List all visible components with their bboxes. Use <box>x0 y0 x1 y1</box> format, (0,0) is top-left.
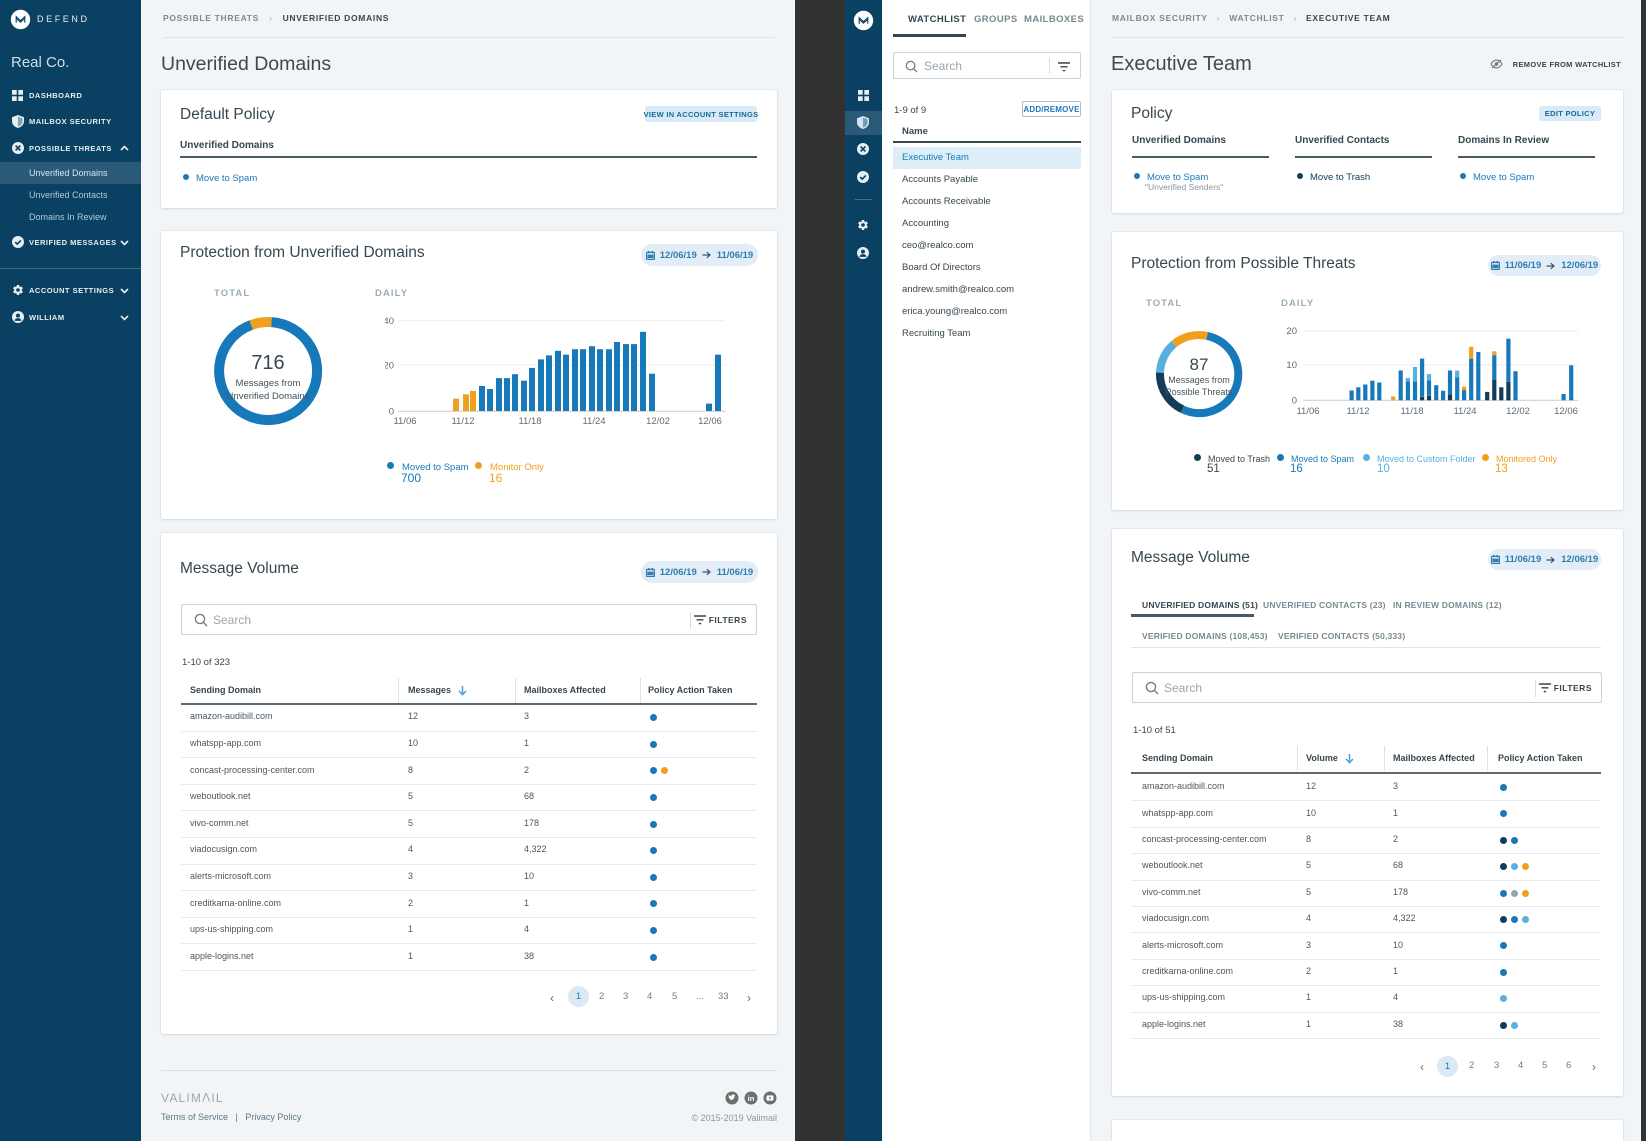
svg-text:in: in <box>748 1094 755 1103</box>
svg-text:11/18: 11/18 <box>518 416 541 427</box>
svg-text:11/24: 11/24 <box>582 416 605 427</box>
svg-text:11/24: 11/24 <box>1453 406 1476 417</box>
svg-text:Possible Threats: Possible Threats <box>1166 387 1233 397</box>
svg-text:Messages from: Messages from <box>1168 375 1230 385</box>
svg-text:12/02: 12/02 <box>1506 406 1530 417</box>
svg-text:87: 87 <box>1190 355 1209 374</box>
svg-text:12/06: 12/06 <box>698 416 722 427</box>
svg-text:11/12: 11/12 <box>451 416 474 427</box>
svg-text:716: 716 <box>251 352 284 374</box>
svg-text:Messages from: Messages from <box>236 378 301 389</box>
svg-text:20: 20 <box>1286 326 1297 337</box>
svg-text:12/02: 12/02 <box>646 416 670 427</box>
svg-text:12/06: 12/06 <box>1554 406 1578 417</box>
svg-text:Unverified Domains: Unverified Domains <box>227 391 310 402</box>
svg-text:0: 0 <box>1292 396 1297 407</box>
svg-text:11/18: 11/18 <box>1400 406 1423 417</box>
svg-text:11/06: 11/06 <box>393 416 416 427</box>
svg-text:11/06: 11/06 <box>1296 406 1319 417</box>
svg-text:40: 40 <box>385 316 394 327</box>
svg-text:20: 20 <box>385 361 394 372</box>
svg-text:10: 10 <box>1286 360 1297 371</box>
svg-text:11/12: 11/12 <box>1346 406 1369 417</box>
